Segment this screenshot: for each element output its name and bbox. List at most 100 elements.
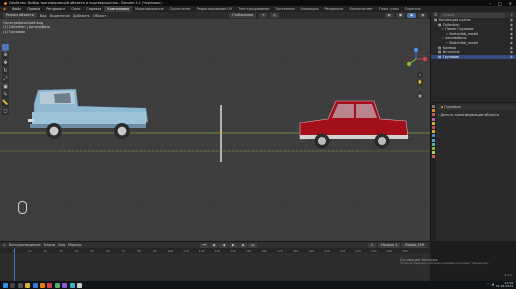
outliner-panel: ☰ Поиск ⚲ ▤ Коллекция сцены ◉ ▤ Collection ◉ ▿… bbox=[430, 12, 516, 102]
navigation-gizmo[interactable] bbox=[404, 47, 428, 71]
solid-shading-icon[interactable]: ● bbox=[407, 13, 417, 18]
blender-taskbar-icon[interactable] bbox=[39, 282, 45, 288]
search-icon[interactable] bbox=[10, 282, 16, 288]
annotate-tool-icon[interactable]: ✎ bbox=[2, 92, 9, 99]
scale-tool-icon[interactable]: ⤢ bbox=[2, 76, 9, 83]
jump-end-icon[interactable]: ⏭ bbox=[248, 242, 258, 248]
proportional-edit-icon[interactable]: ◎ bbox=[270, 13, 280, 18]
blender-menu-icon[interactable]: ◉ bbox=[0, 7, 9, 11]
view-layer-tab-icon[interactable] bbox=[432, 117, 435, 121]
delta-transform-section[interactable]: › Дельта трансформации объекта bbox=[438, 113, 515, 118]
menu-playback[interactable]: Воспроизведение bbox=[9, 243, 41, 247]
object-icon: ▿ bbox=[442, 27, 444, 32]
timeline-tick-label: 160 bbox=[261, 248, 268, 253]
menu-select[interactable]: Выделение bbox=[50, 14, 70, 18]
minimize-icon[interactable]: – bbox=[489, 1, 491, 6]
start-icon[interactable] bbox=[3, 282, 8, 288]
maximize-icon[interactable]: □ bbox=[498, 1, 502, 6]
move-tool-icon[interactable]: ✥ bbox=[2, 60, 9, 67]
camera-view-icon[interactable]: 🎥 bbox=[417, 86, 423, 92]
edge-icon[interactable] bbox=[32, 282, 38, 288]
xray-icon[interactable]: ▣ bbox=[395, 13, 406, 18]
object-name-field[interactable]: ▪ Грузовик bbox=[438, 105, 515, 110]
menu-render[interactable]: Рендеринг bbox=[43, 7, 68, 11]
3d-viewport[interactable]: Ортографический вид (1) Collection | Авт… bbox=[0, 19, 430, 241]
end-label: Конец bbox=[405, 242, 417, 247]
menu-keying[interactable]: Ключи bbox=[44, 243, 56, 247]
output-tab-icon[interactable] bbox=[432, 113, 435, 117]
outliner-editor-icon[interactable]: ☰ bbox=[434, 13, 437, 17]
material-shading-icon[interactable]: ◑ bbox=[418, 13, 427, 18]
app-icon-purple[interactable] bbox=[62, 282, 68, 288]
tool-tab-icon[interactable] bbox=[432, 105, 435, 108]
blender-logo-icon bbox=[4, 1, 7, 5]
outliner-row[interactable]: ▤ Грузовик ◉ bbox=[431, 54, 516, 60]
scene-collection-icon: ▤ bbox=[434, 18, 438, 22]
add-cube-tool-icon[interactable]: ◻ bbox=[2, 108, 9, 115]
ortho-toggle-icon[interactable]: ▦ bbox=[417, 93, 423, 99]
menu-view[interactable]: Вид bbox=[40, 14, 47, 18]
close-icon[interactable]: ✕ bbox=[509, 1, 512, 6]
app-icon-cyan[interactable] bbox=[69, 282, 75, 288]
app-icon-gray[interactable] bbox=[76, 282, 82, 288]
particles-tab-icon[interactable] bbox=[432, 138, 435, 142]
start-label: Начало bbox=[381, 242, 395, 247]
object-tab-icon[interactable] bbox=[432, 130, 435, 134]
next-key-icon[interactable]: ◆ bbox=[238, 242, 248, 248]
app-icon-green[interactable] bbox=[54, 282, 60, 288]
scene-tab-icon[interactable] bbox=[432, 121, 435, 125]
prev-key-icon[interactable]: ◆ bbox=[209, 242, 219, 248]
menu-add[interactable]: Добавить bbox=[73, 14, 90, 18]
transform-tool-icon[interactable]: ▣ bbox=[2, 84, 9, 91]
outliner-row-label: Грузовик bbox=[442, 54, 460, 59]
jump-start-icon[interactable]: ⏮ bbox=[199, 242, 209, 248]
start-frame-field[interactable]: Начало 1 bbox=[378, 242, 401, 248]
outliner-tree: ▤ Коллекция сцены ◉ ▤ Collection ◉ ▿ Пикап Груз… bbox=[431, 18, 516, 60]
menu-object[interactable]: Объект bbox=[93, 14, 106, 18]
play-reverse-icon[interactable]: ◀ bbox=[219, 242, 228, 248]
pan-icon[interactable]: ✋ bbox=[417, 79, 423, 85]
object-type-icon: ▪ bbox=[441, 105, 444, 109]
pickup-truck-model[interactable] bbox=[28, 86, 148, 146]
timeline-editor-icon[interactable]: ◴ bbox=[3, 243, 6, 247]
menu-file[interactable]: Файл bbox=[9, 7, 24, 11]
select-box-tool-icon[interactable]: ⬚ bbox=[2, 44, 9, 51]
properties-tabs bbox=[431, 103, 436, 241]
snap-icon[interactable]: ⌖ bbox=[259, 13, 268, 18]
menu-view-timeline[interactable]: Вид bbox=[58, 243, 65, 247]
playhead[interactable] bbox=[14, 248, 15, 282]
explorer-icon[interactable] bbox=[25, 282, 31, 288]
system-tray[interactable]: ◠ ◢ 12:48 01.04.2024 bbox=[487, 281, 516, 289]
physics-tab-icon[interactable] bbox=[432, 142, 435, 146]
modifier-tab-icon[interactable] bbox=[432, 134, 435, 138]
task-view-icon[interactable] bbox=[17, 282, 23, 288]
orientation-selector[interactable]: Глобальная bbox=[229, 13, 257, 18]
app-icon-red[interactable] bbox=[47, 282, 53, 288]
menu-window[interactable]: Окно bbox=[68, 7, 83, 11]
render-tab-icon[interactable] bbox=[432, 109, 435, 113]
visibility-eye-icon[interactable]: ◉ bbox=[510, 55, 516, 60]
filter-icon[interactable]: ⚲ bbox=[511, 13, 516, 17]
current-frame-field[interactable]: 1 bbox=[367, 242, 377, 248]
zoom-icon[interactable]: ⌕ bbox=[417, 72, 423, 78]
red-car-model[interactable] bbox=[298, 97, 410, 153]
timeline-track-area[interactable] bbox=[0, 253, 430, 282]
rotate-tool-icon[interactable]: ↻ bbox=[2, 68, 9, 75]
timeline-tick-label: 10 bbox=[27, 248, 32, 253]
menu-edit[interactable]: Правка bbox=[24, 7, 43, 11]
toolbar: ⬚ ⊕ ✥ ↻ ⤢ ▣ ✎ 📏 ◻ bbox=[2, 44, 9, 115]
mode-selector[interactable]: Режим объекта bbox=[3, 13, 37, 18]
play-icon[interactable]: ▶ bbox=[228, 242, 238, 248]
world-tab-icon[interactable] bbox=[432, 125, 435, 129]
outliner-search-input[interactable]: Поиск bbox=[440, 12, 505, 18]
measure-tool-icon[interactable]: 📏 bbox=[2, 100, 9, 107]
material-tab-icon[interactable] bbox=[432, 155, 435, 159]
menu-help[interactable]: Справка bbox=[83, 7, 104, 11]
constraints-tab-icon[interactable] bbox=[432, 146, 435, 150]
data-tab-icon[interactable] bbox=[432, 151, 435, 155]
cursor-tool-icon[interactable]: ⊕ bbox=[2, 52, 9, 59]
end-frame-field[interactable]: Конец 250 bbox=[402, 242, 427, 248]
menu-marker[interactable]: Маркер bbox=[68, 243, 81, 247]
timeline-tick-label: 220 bbox=[355, 248, 361, 253]
overlays-icon[interactable]: ◐ bbox=[384, 13, 394, 18]
